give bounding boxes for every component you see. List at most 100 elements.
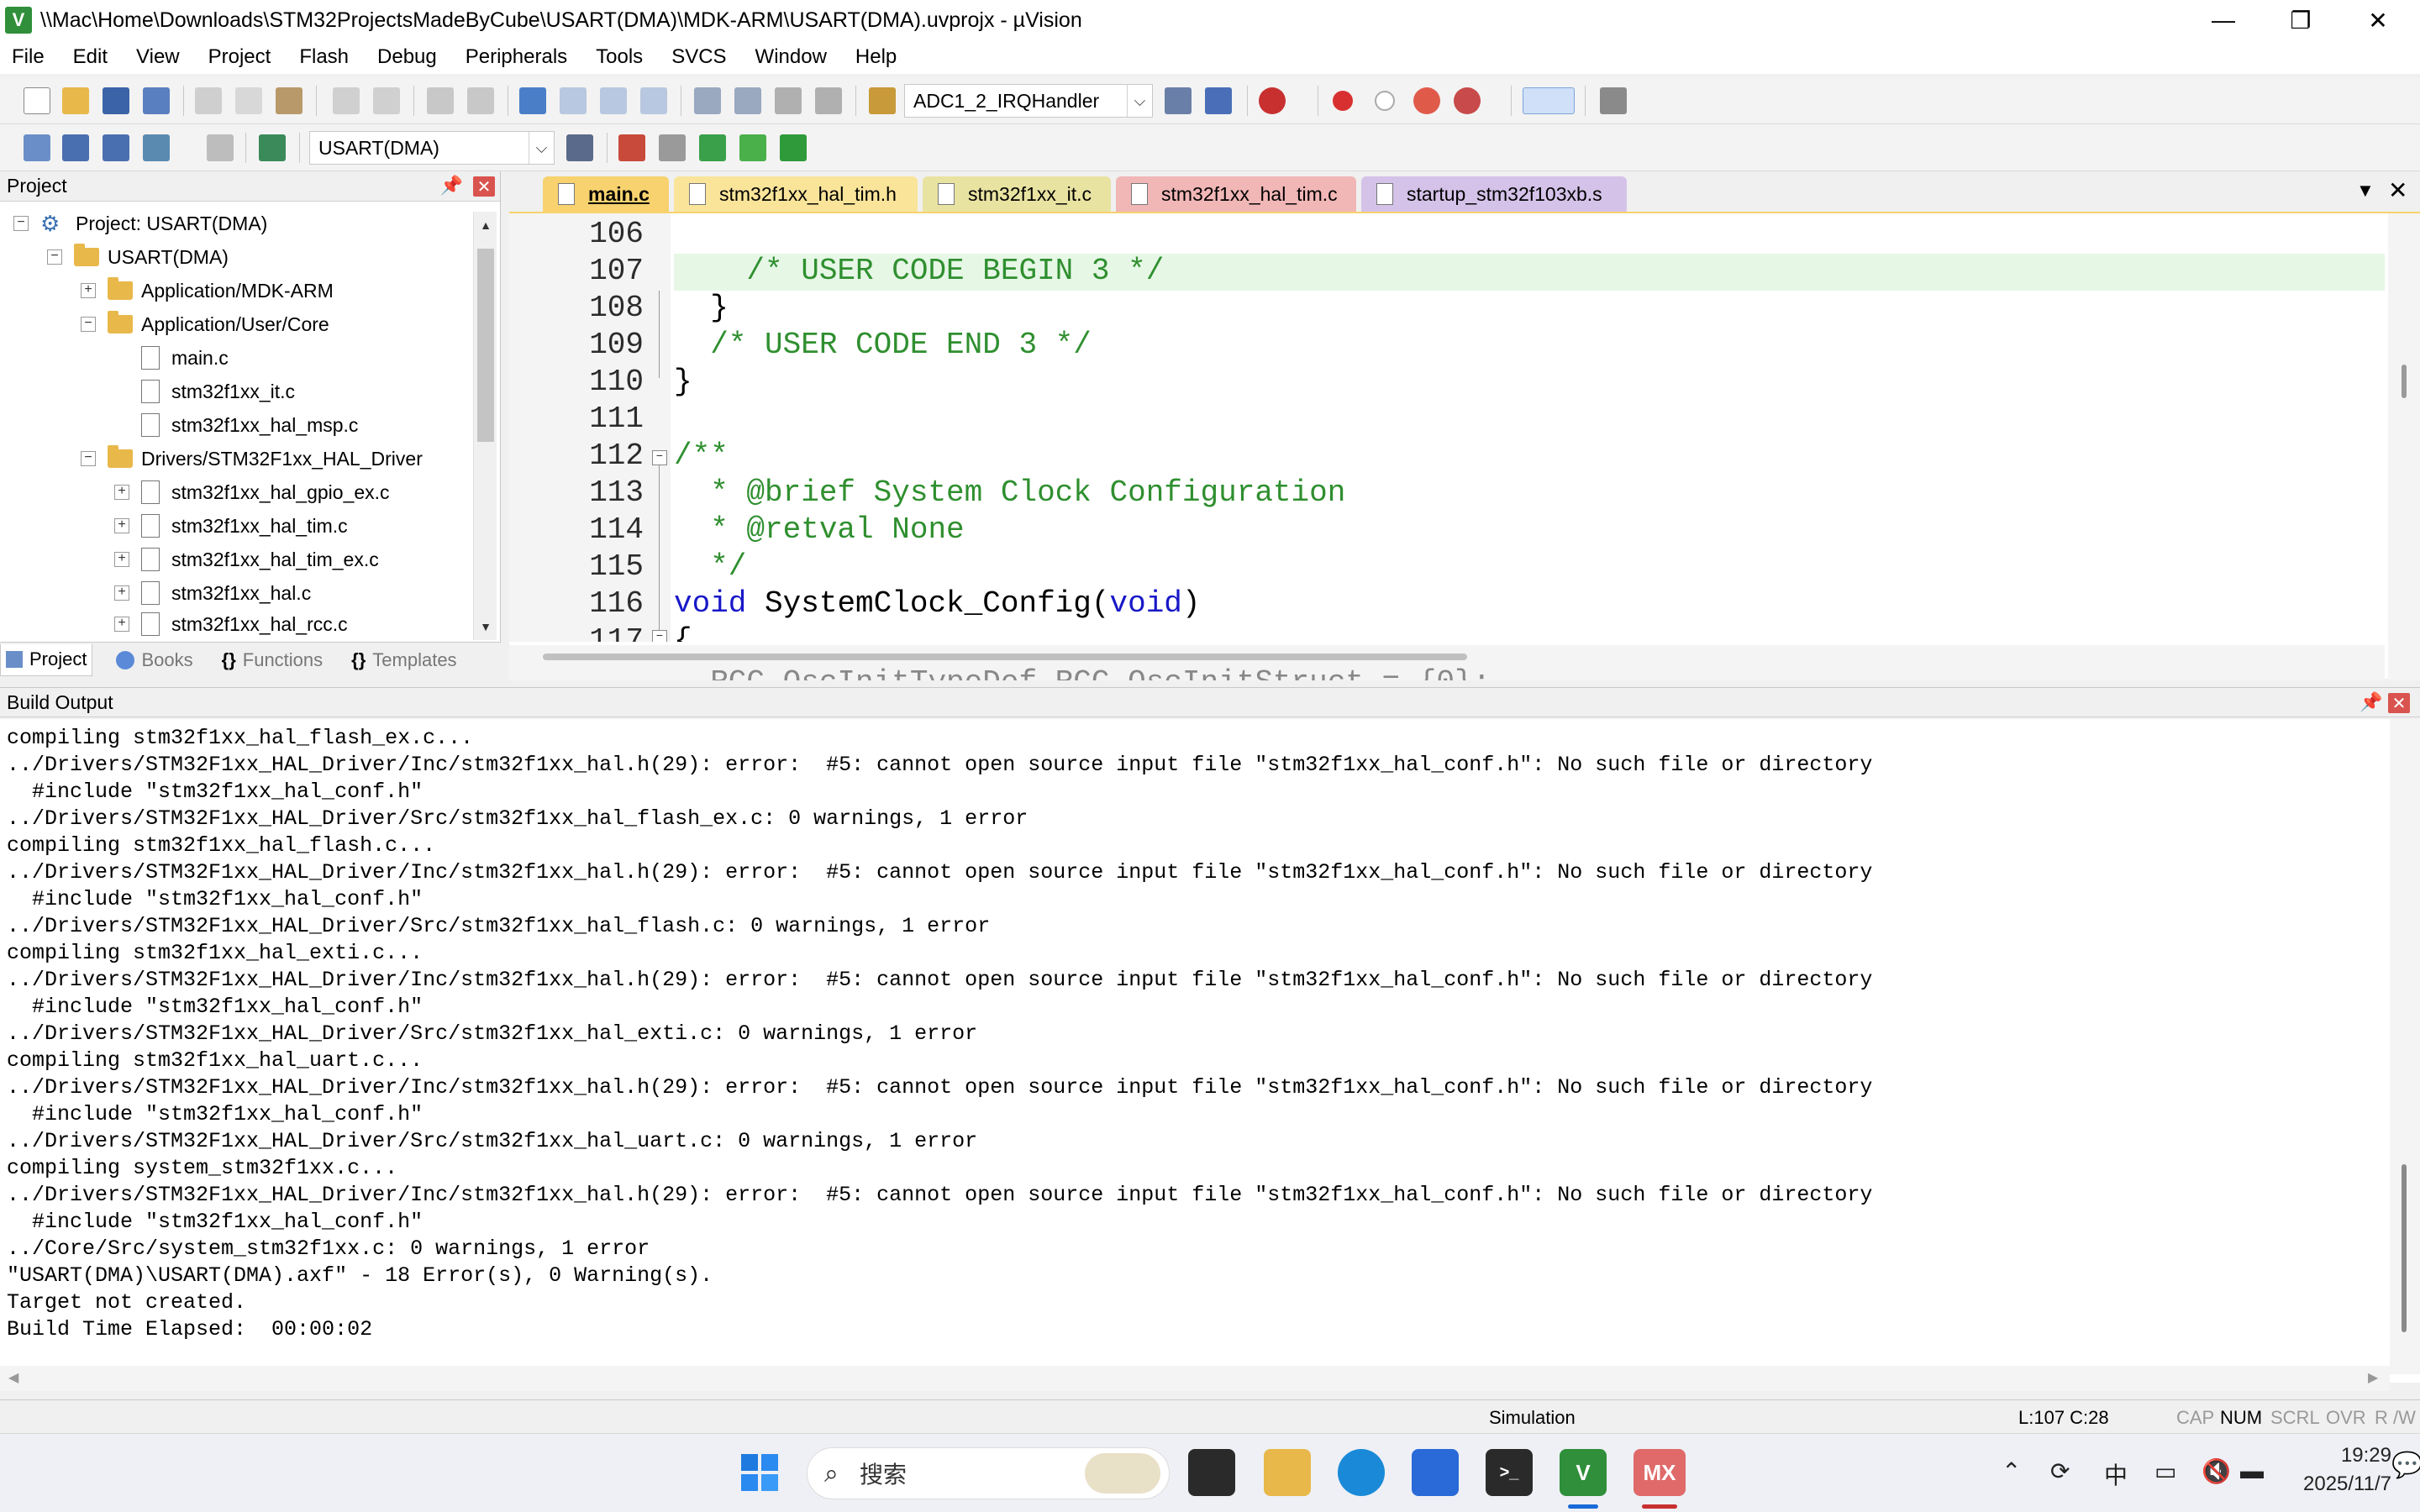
menu-edit[interactable]: Edit (73, 45, 108, 69)
insert-breakpoint-icon[interactable] (1333, 91, 1353, 111)
menu-svcs[interactable]: SVCS (671, 45, 726, 69)
target-options-icon[interactable] (566, 134, 593, 161)
rebuild-icon[interactable] (103, 134, 129, 161)
chevron-down-icon[interactable]: ⌵ (1127, 85, 1152, 117)
tree-node-file[interactable]: + stm32f1xx_hal_rcc.c (114, 610, 348, 638)
paste-icon[interactable] (276, 87, 302, 114)
editor-vertical-scrollbar[interactable] (2388, 213, 2420, 680)
collapse-icon[interactable]: − (81, 317, 96, 332)
keil-uvision-taskbar-icon[interactable]: V (1560, 1449, 1607, 1496)
unindent-icon[interactable] (734, 87, 761, 114)
menu-debug[interactable]: Debug (377, 45, 437, 69)
close-window-button[interactable]: ✕ (2339, 0, 2417, 40)
translate-icon[interactable] (24, 134, 50, 161)
scroll-up-icon[interactable]: ▲ (474, 212, 497, 239)
tree-node-file[interactable]: + stm32f1xx_hal_gpio_ex.c (114, 475, 390, 509)
output-vertical-scrollbar[interactable] (2390, 719, 2420, 1374)
build-icon[interactable] (62, 134, 89, 161)
tree-node-group[interactable]: − Drivers/STM32F1xx_HAL_Driver (81, 442, 423, 475)
speaker-muted-icon[interactable]: 🔇 (2202, 1457, 2231, 1485)
navigate-forward-icon[interactable] (467, 87, 494, 114)
expand-icon[interactable]: + (114, 485, 129, 500)
manage-components-icon[interactable] (618, 134, 645, 161)
tree-node-group[interactable]: + Application/MDK-ARM (81, 274, 334, 307)
select-packs-icon[interactable] (699, 134, 726, 161)
collapse-icon[interactable]: − (47, 249, 62, 265)
scroll-left-icon[interactable]: ◀ (8, 1369, 18, 1386)
input-method-indicator[interactable]: 中 (2104, 1457, 2128, 1491)
close-icon[interactable]: ✕ (2388, 693, 2410, 713)
close-tab-icon[interactable]: ✕ (2388, 176, 2407, 204)
clock[interactable]: 19:29 2025/11/7 (2291, 1444, 2391, 1496)
indent-icon[interactable] (694, 87, 721, 114)
tab-project[interactable]: Project (0, 643, 93, 676)
scrollbar-thumb[interactable] (2402, 365, 2407, 398)
tree-node-file[interactable]: + stm32f1xx_hal.c (114, 576, 311, 610)
fold-toggle-icon[interactable]: − (652, 450, 667, 465)
tab-templates[interactable]: {} Templates (346, 644, 461, 676)
project-tree-scrollbar[interactable]: ▲ ▼ (473, 212, 497, 640)
tree-node-file[interactable]: main.c (141, 341, 229, 375)
microsoft-store-icon[interactable] (1412, 1449, 1459, 1496)
scrollbar-thumb[interactable] (477, 249, 494, 442)
tab-main-c[interactable]: main.c (543, 176, 669, 212)
file-explorer-icon[interactable] (1264, 1449, 1311, 1496)
code-editor[interactable]: − − 106 107 108 109 110 111 112 113 114 … (509, 212, 2420, 680)
close-icon[interactable]: ✕ (473, 176, 495, 197)
expand-icon[interactable]: + (114, 585, 129, 601)
tab-functions[interactable]: {} Functions (217, 644, 329, 676)
save-icon[interactable] (103, 87, 129, 114)
cut-icon[interactable] (195, 87, 222, 114)
tab-stm32f1xx-hal-tim-h[interactable]: stm32f1xx_hal_tim.h (674, 176, 918, 212)
batch-build-icon[interactable] (143, 134, 170, 161)
open-file-icon[interactable] (62, 87, 89, 114)
menu-flash[interactable]: Flash (299, 45, 349, 69)
stop-build-icon[interactable] (207, 134, 234, 161)
collapse-icon[interactable]: − (81, 451, 96, 466)
menu-tools[interactable]: Tools (596, 45, 643, 69)
chevron-down-icon[interactable]: ⌵ (529, 132, 554, 164)
tab-books[interactable]: Books (111, 644, 197, 676)
tab-stm32f1xx-it-c[interactable]: stm32f1xx_it.c (923, 176, 1111, 212)
edge-browser-icon[interactable] (1338, 1449, 1385, 1496)
enable-breakpoint-icon[interactable] (1375, 91, 1395, 111)
uncomment-icon[interactable] (815, 87, 842, 114)
tree-node-target[interactable]: − USART(DMA) (47, 240, 229, 274)
download-load-icon[interactable] (259, 134, 286, 161)
prev-bookmark-icon[interactable] (560, 87, 587, 114)
sync-icon[interactable]: ⟳ (2050, 1457, 2070, 1485)
scrollbar-thumb[interactable] (543, 654, 1467, 660)
undo-icon[interactable] (333, 87, 360, 114)
menu-help[interactable]: Help (855, 45, 897, 69)
task-view-icon[interactable] (1188, 1449, 1235, 1496)
file-extensions-icon[interactable] (659, 134, 686, 161)
incremental-find-icon[interactable] (1205, 87, 1232, 114)
run-time-environment-icon[interactable] (739, 134, 766, 161)
new-file-icon[interactable] (24, 87, 50, 114)
collapse-icon[interactable]: − (13, 216, 29, 231)
tree-node-file[interactable]: + stm32f1xx_hal_tim_ex.c (114, 543, 379, 576)
restore-button[interactable]: ❐ (2262, 0, 2339, 40)
menu-window[interactable]: Window (755, 45, 827, 69)
configure-wrench-icon[interactable] (1600, 87, 1627, 114)
tab-list-dropdown-icon[interactable]: ▼ (2356, 180, 2375, 202)
battery-icon[interactable]: ▬ (2240, 1457, 2264, 1484)
expand-icon[interactable]: + (114, 552, 129, 567)
menu-peripherals[interactable]: Peripherals (466, 45, 567, 69)
navigate-back-icon[interactable] (427, 87, 454, 114)
tree-node-file[interactable]: stm32f1xx_it.c (141, 375, 295, 408)
build-output-window[interactable]: compiling stm32f1xx_hal_flash_ex.c... ..… (0, 719, 2420, 1391)
notification-icon[interactable]: 💬 (2391, 1451, 2420, 1480)
menu-file[interactable]: File (12, 45, 45, 69)
target-combo[interactable]: USART(DMA) ⌵ (309, 131, 555, 165)
minimize-button[interactable]: — (2185, 0, 2262, 40)
tab-startup-stm32f103xb-s[interactable]: startup_stm32f103xb.s (1361, 176, 1627, 212)
pin-icon[interactable]: 📌 (440, 175, 463, 197)
tree-node-project[interactable]: − ⚙ Project: USART(DMA) (13, 207, 267, 240)
find-in-files-icon[interactable] (869, 87, 896, 114)
redo-icon[interactable] (373, 87, 400, 114)
tree-node-file[interactable]: + stm32f1xx_hal_tim.c (114, 509, 348, 543)
windows-start-icon[interactable] (736, 1449, 783, 1496)
expand-icon[interactable]: + (81, 283, 96, 298)
pack-installer-icon[interactable] (780, 134, 807, 161)
